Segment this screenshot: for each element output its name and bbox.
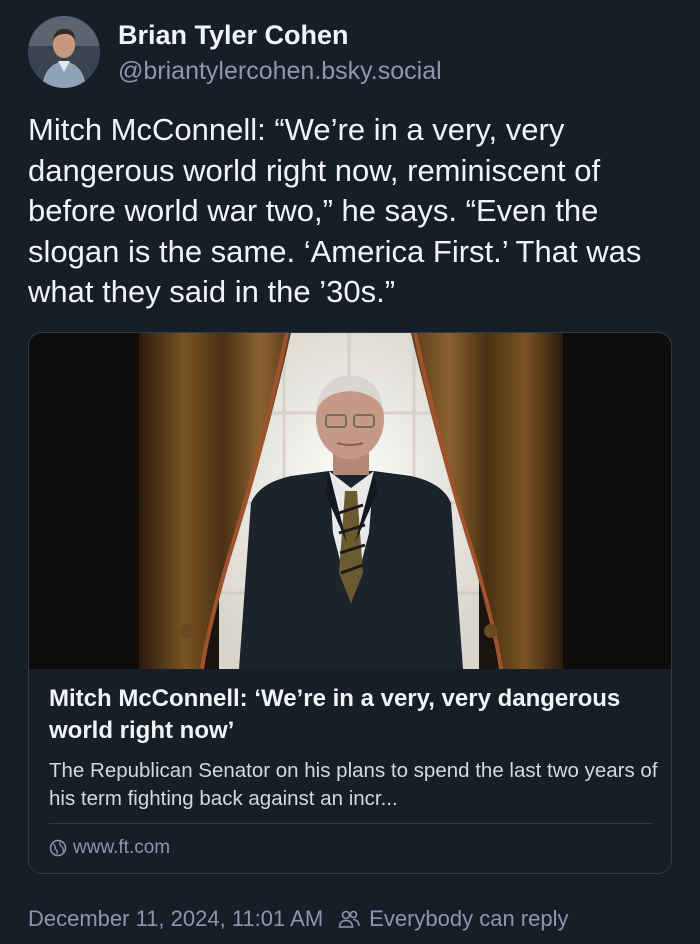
post-text: Mitch McConnell: “We’re in a very, very … (28, 112, 642, 309)
post-header: Brian Tyler Cohen @briantylercohen.bsky.… (28, 16, 442, 88)
embed-domain-row: www.ft.com (49, 835, 170, 861)
globe-icon (49, 839, 67, 857)
embed-description: The Republican Senator on his plans to s… (49, 759, 658, 810)
post: Brian Tyler Cohen @briantylercohen.bsky.… (0, 0, 700, 944)
user-handle[interactable]: @briantylercohen.bsky.social (118, 55, 442, 87)
embed-divider (49, 823, 653, 824)
embed-title: Mitch McConnell: ‘We’re in a very, very … (49, 685, 621, 744)
embed-image (29, 333, 671, 670)
display-name[interactable]: Brian Tyler Cohen (118, 18, 442, 52)
post-meta: December 11, 2024, 11:01 AM Everybody ca… (28, 902, 568, 936)
embed-domain: www.ft.com (73, 837, 171, 858)
link-embed-card[interactable]: Mitch McConnell: ‘We’re in a very, very … (28, 332, 672, 874)
timestamp[interactable]: December 11, 2024, 11:01 AM (28, 906, 323, 932)
author-info: Brian Tyler Cohen @briantylercohen.bsky.… (118, 18, 442, 87)
avatar-image (28, 16, 100, 88)
reply-setting[interactable]: Everybody can reply (369, 906, 568, 932)
avatar[interactable] (28, 16, 100, 88)
people-icon (338, 910, 360, 928)
